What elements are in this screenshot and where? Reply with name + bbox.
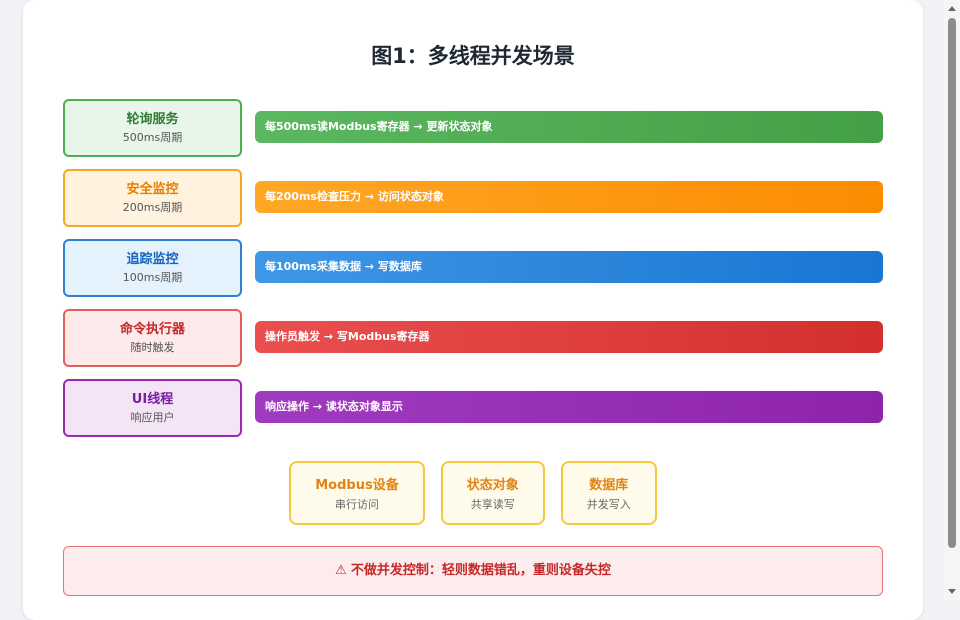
thread-action-bar: 每500ms读Modbus寄存器 → 更新状态对象 xyxy=(255,111,883,143)
warning-banner: ⚠ 不做并发控制：轻则数据错乱，重则设备失控 xyxy=(63,546,883,596)
thread-action-bar: 每200ms检查压力 → 访问状态对象 xyxy=(255,181,883,213)
thread-row: 追踪监控 100ms周期 每100ms采集数据 → 写数据库 xyxy=(63,239,883,297)
warning-icon: ⚠ xyxy=(335,563,347,578)
thread-row: 命令执行器 随时触发 操作员触发 → 写Modbus寄存器 xyxy=(63,309,883,367)
thread-box: UI线程 响应用户 xyxy=(63,379,242,437)
thread-name: 命令执行器 xyxy=(119,322,185,337)
thread-action-bar: 操作员触发 → 写Modbus寄存器 xyxy=(255,321,883,353)
resource-access-mode: 并发写入 xyxy=(586,498,631,511)
scroll-down-icon[interactable] xyxy=(948,589,956,594)
diagram-title: 图1：多线程并发场景 xyxy=(371,44,575,68)
thread-row: UI线程 响应用户 响应操作 → 读状态对象显示 xyxy=(63,379,883,437)
thread-row: 轮询服务 500ms周期 每500ms读Modbus寄存器 → 更新状态对象 xyxy=(63,99,883,157)
thread-box: 安全监控 200ms周期 xyxy=(63,169,242,227)
shared-resources: Modbus设备 串行访问 状态对象 共享读写 数据库 并发写入 xyxy=(23,461,923,525)
resource-box: 数据库 并发写入 xyxy=(560,461,657,525)
thread-period: 200ms周期 xyxy=(122,201,183,214)
resource-access-mode: 共享读写 xyxy=(470,498,515,511)
scroll-up-icon[interactable] xyxy=(948,6,956,11)
vertical-scrollbar[interactable] xyxy=(944,0,960,600)
thread-box: 轮询服务 500ms周期 xyxy=(63,99,242,157)
thread-period: 500ms周期 xyxy=(122,131,183,144)
thread-name: 轮询服务 xyxy=(126,112,179,127)
thread-action-bar: 响应操作 → 读状态对象显示 xyxy=(255,391,883,423)
diagram-card: 图1：多线程并发场景 轮询服务 500ms周期 每500ms读Modbus寄存器… xyxy=(23,0,923,620)
resource-name: 状态对象 xyxy=(466,478,519,493)
thread-name: 追踪监控 xyxy=(126,252,179,267)
resource-name: Modbus设备 xyxy=(315,478,399,493)
resource-access-mode: 串行访问 xyxy=(334,498,379,511)
resource-box: Modbus设备 串行访问 xyxy=(289,461,425,525)
thread-row: 安全监控 200ms周期 每200ms检查压力 → 访问状态对象 xyxy=(63,169,883,227)
thread-name: 安全监控 xyxy=(126,182,179,197)
scroll-thumb[interactable] xyxy=(948,18,956,548)
thread-period: 响应用户 xyxy=(130,411,175,424)
thread-period: 100ms周期 xyxy=(122,271,183,284)
resource-name: 数据库 xyxy=(589,478,629,493)
thread-name: UI线程 xyxy=(131,392,174,407)
thread-box: 追踪监控 100ms周期 xyxy=(63,239,242,297)
warning-text: 不做并发控制：轻则数据错乱，重则设备失控 xyxy=(350,563,611,578)
thread-action-bar: 每100ms采集数据 → 写数据库 xyxy=(255,251,883,283)
thread-box: 命令执行器 随时触发 xyxy=(63,309,242,367)
resource-box: 状态对象 共享读写 xyxy=(440,461,545,525)
thread-period: 随时触发 xyxy=(130,341,175,354)
